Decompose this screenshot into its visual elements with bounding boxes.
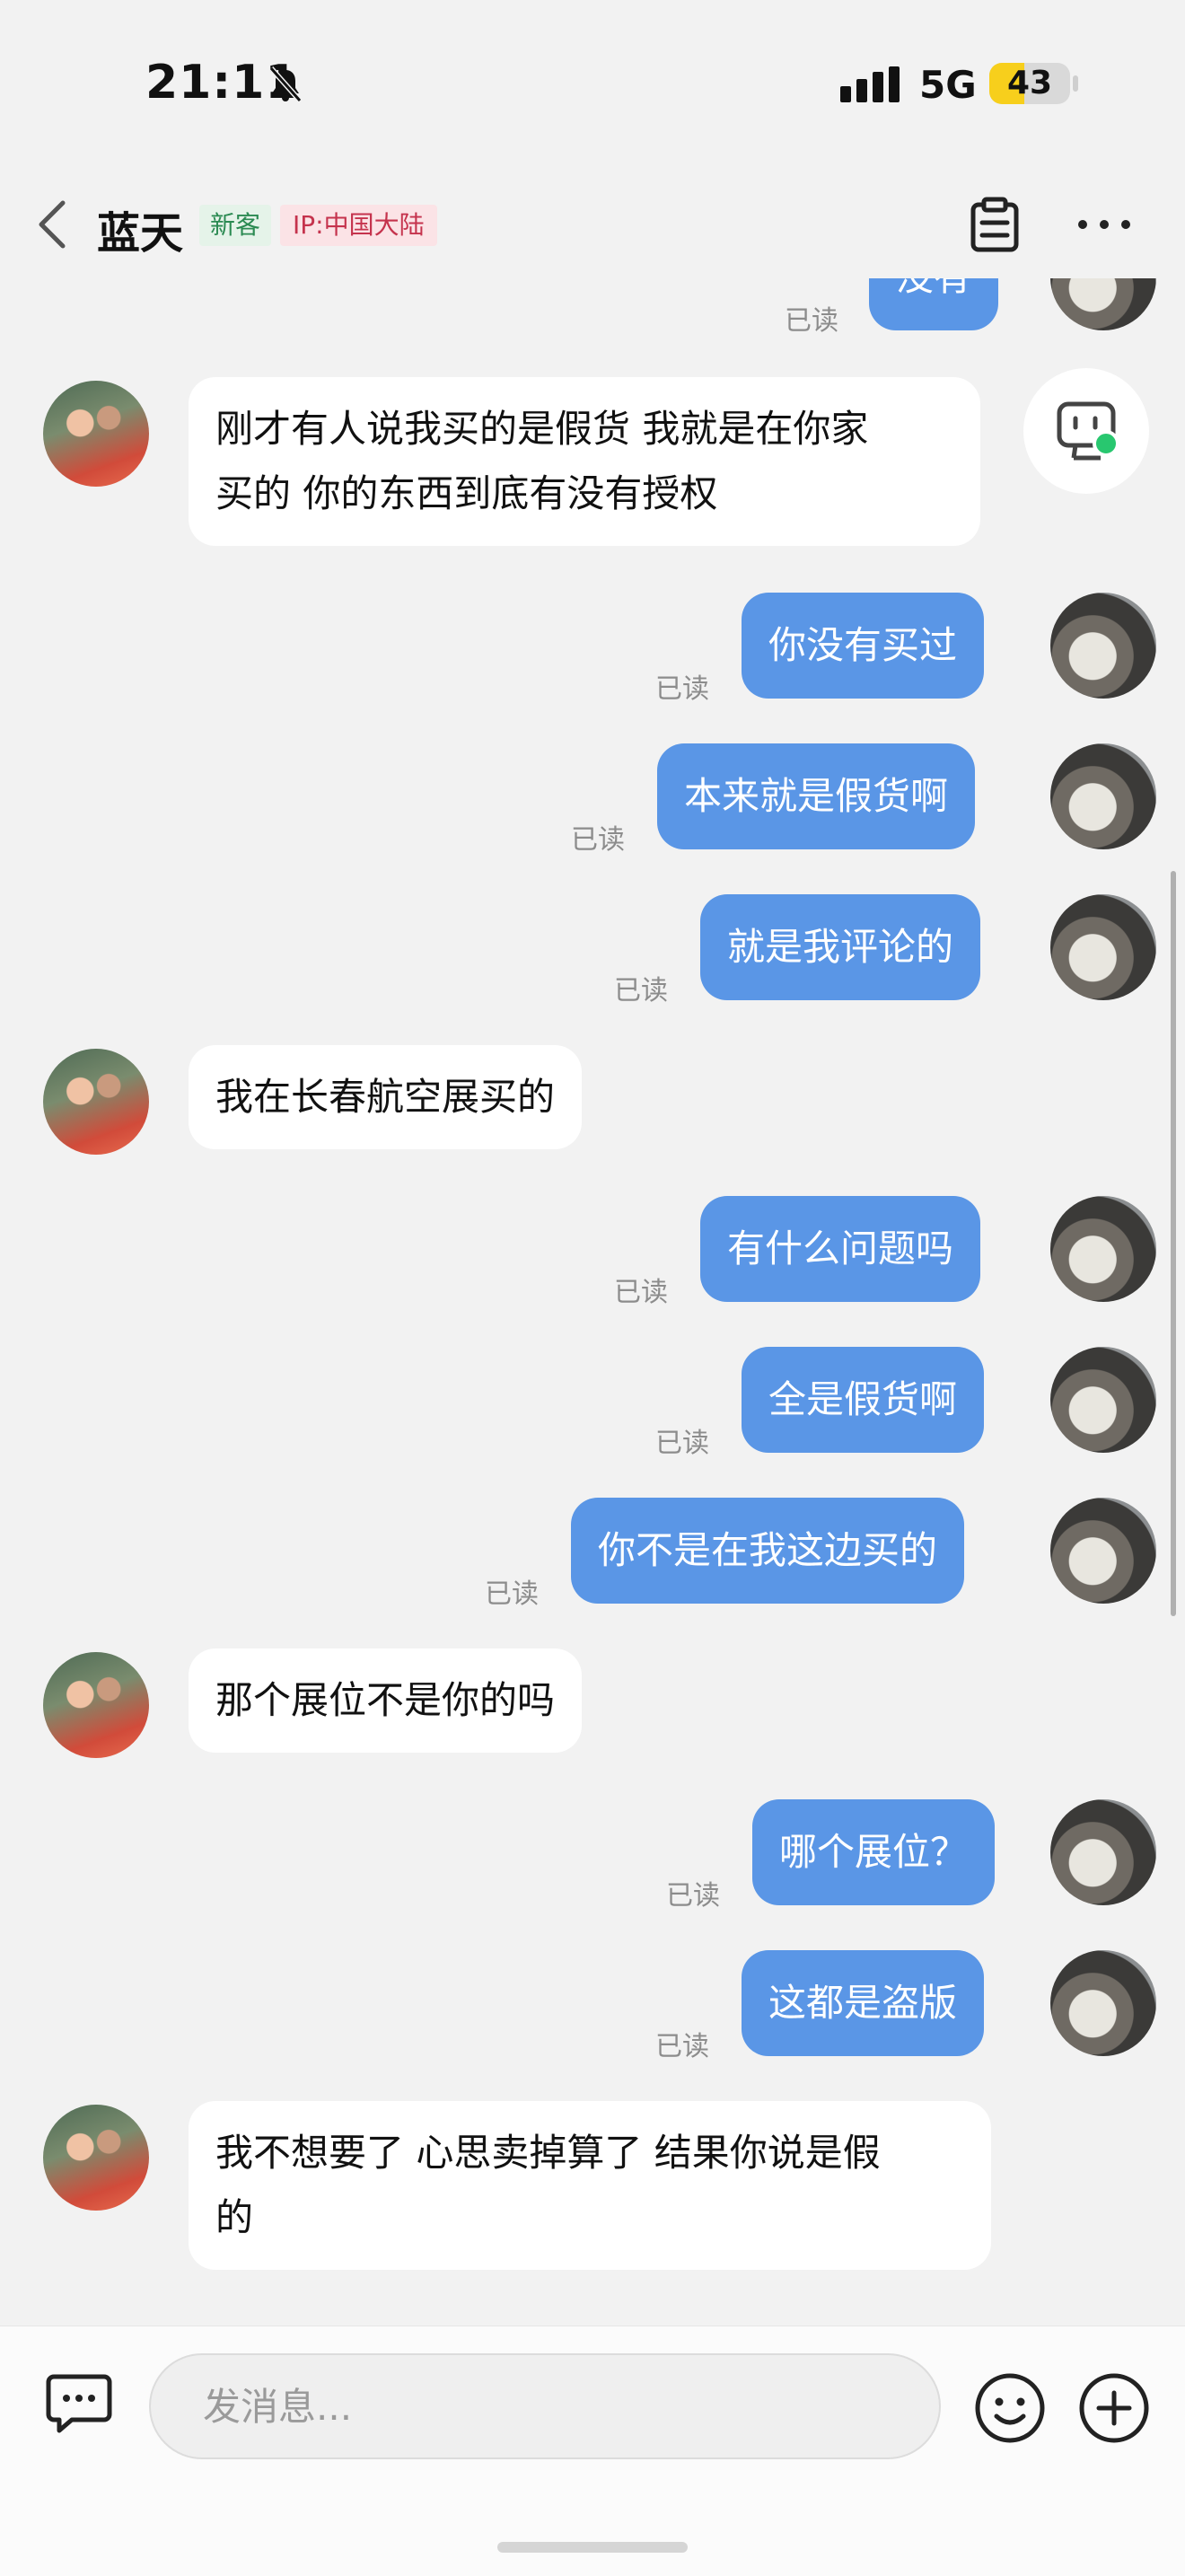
message-bubble-outgoing[interactable]: 就是我评论的 — [700, 894, 981, 1000]
message-bubble-incoming[interactable]: 刚才有人说我买的是假货 我就是在你家 买的 你的东西到底有没有授权 — [189, 377, 980, 546]
my-avatar[interactable] — [1050, 593, 1156, 699]
my-avatar[interactable] — [1050, 1799, 1156, 1905]
message-line: 我不想要了 心思卖掉算了 结果你说是假 — [215, 2131, 881, 2175]
network-type: 5G — [919, 63, 977, 107]
message-list[interactable]: 没有 已读 刚才有人说我买的是假货 我就是在你家 买的 你的东西到底有没有授权 … — [0, 278, 1185, 2325]
read-receipt: 已读 — [571, 824, 625, 856]
more-icon[interactable] — [1075, 215, 1133, 233]
read-receipt: 已读 — [655, 1428, 709, 1459]
message-bubble-outgoing[interactable]: 哪个展位？ — [752, 1799, 996, 1905]
read-receipt: 已读 — [666, 1880, 720, 1912]
message-bubble-outgoing[interactable]: 你不是在我这边买的 — [571, 1498, 965, 1604]
read-receipt: 已读 — [614, 975, 668, 1007]
message-bubble-outgoing[interactable]: 全是假货啊 — [742, 1347, 985, 1453]
my-avatar[interactable] — [1050, 1196, 1156, 1302]
ip-location-badge: IP:中国大陆 — [280, 205, 437, 246]
contact-avatar[interactable] — [43, 1049, 149, 1155]
my-avatar[interactable] — [1050, 1950, 1156, 2056]
contact-avatar[interactable] — [43, 1652, 149, 1758]
message-line: 买的 你的东西到底有没有授权 — [215, 471, 718, 515]
contact-avatar[interactable] — [43, 2105, 149, 2211]
my-avatar[interactable] — [1050, 278, 1156, 330]
message-bubble-outgoing[interactable]: 本来就是假货啊 — [657, 743, 976, 849]
home-indicator[interactable] — [497, 2542, 688, 2553]
my-avatar[interactable] — [1050, 1347, 1156, 1453]
status-bar: 21:11 5G 43 — [0, 0, 1185, 171]
message-bubble-outgoing[interactable]: 没有 — [869, 278, 999, 330]
my-avatar[interactable] — [1050, 743, 1156, 849]
message-line: 的 — [215, 2195, 254, 2239]
message-bubble-incoming[interactable]: 我在长春航空展买的 — [189, 1045, 583, 1149]
read-receipt: 已读 — [655, 2031, 709, 2062]
assistant-button[interactable] — [1023, 368, 1149, 494]
battery-cap — [1073, 75, 1078, 92]
message-bubble-incoming[interactable]: 那个展位不是你的吗 — [189, 1648, 583, 1753]
contact-avatar[interactable] — [43, 381, 149, 487]
read-receipt: 已读 — [655, 673, 709, 705]
plus-icon[interactable] — [1077, 2371, 1151, 2445]
message-line: 刚才有人说我买的是假货 我就是在你家 — [215, 407, 869, 451]
scrollbar[interactable] — [1171, 871, 1176, 1616]
message-bubble-outgoing[interactable]: 你没有买过 — [742, 593, 985, 699]
read-receipt: 已读 — [614, 1277, 668, 1308]
read-receipt: 已读 — [785, 305, 838, 337]
my-avatar[interactable] — [1050, 1498, 1156, 1604]
battery-level: 43 — [1006, 65, 1053, 101]
clipboard-icon[interactable] — [968, 196, 1022, 253]
my-avatar[interactable] — [1050, 894, 1156, 1000]
emoji-icon[interactable] — [973, 2371, 1047, 2445]
read-receipt: 已读 — [485, 1578, 539, 1610]
message-bubble-incoming[interactable]: 我不想要了 心思卖掉算了 结果你说是假 的 — [189, 2101, 991, 2270]
message-bubble-outgoing[interactable]: 这都是盗版 — [742, 1950, 985, 2056]
contact-name[interactable]: 蓝天 — [97, 198, 183, 260]
bell-muted-icon — [268, 66, 303, 102]
chat-header: 蓝天 新客 IP:中国大陆 — [0, 171, 1185, 278]
battery-indicator: 43 — [989, 63, 1070, 104]
chevron-left-icon[interactable] — [34, 198, 70, 251]
chat-bubble-icon[interactable] — [45, 2371, 113, 2434]
assistant-icon — [1057, 401, 1119, 461]
message-input[interactable] — [149, 2353, 941, 2459]
new-customer-badge: 新客 — [199, 205, 272, 246]
message-input-bar — [0, 2325, 1185, 2576]
message-bubble-outgoing[interactable]: 有什么问题吗 — [700, 1196, 981, 1302]
